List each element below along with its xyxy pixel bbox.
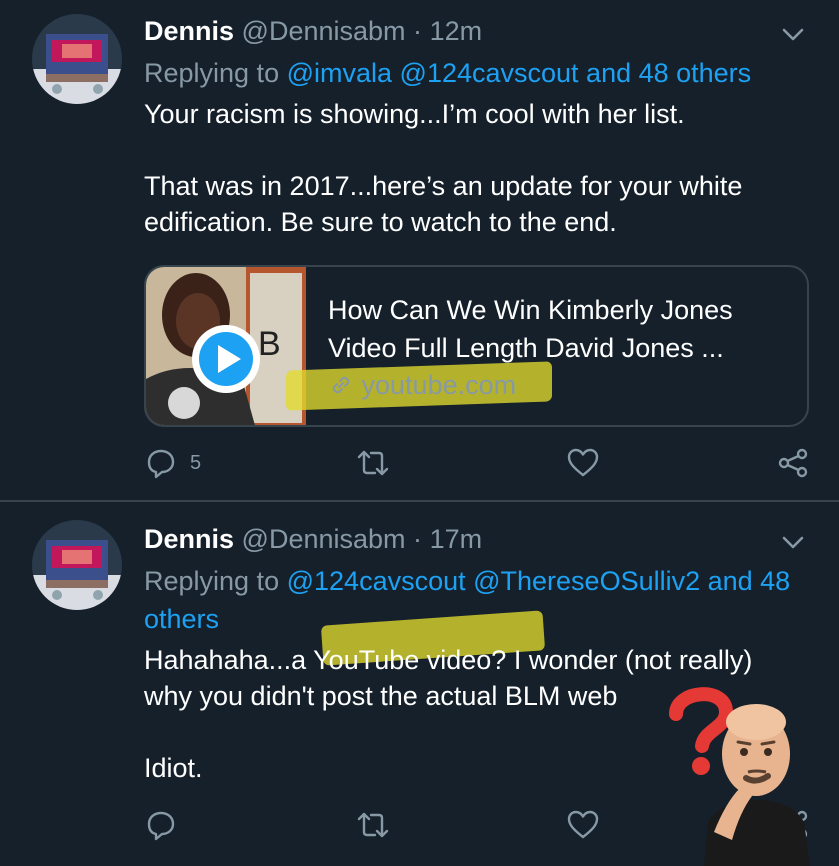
chevron-down-icon[interactable] <box>779 20 807 48</box>
tweet-text: Your racism is showing...I’m cool with h… <box>144 99 743 237</box>
card-domain-text: youtube.com <box>361 370 517 400</box>
retweet-icon <box>357 812 389 838</box>
like-icon <box>567 810 599 839</box>
retweet-icon <box>357 450 389 476</box>
like-icon <box>567 448 599 477</box>
tweet-header: Dennis @Dennisabm · 17m <box>144 523 482 555</box>
separator: · <box>413 524 423 554</box>
timestamp[interactable]: 12m <box>430 16 483 46</box>
link-icon <box>332 376 350 394</box>
timestamp[interactable]: 17m <box>430 524 483 554</box>
reply-count: 5 <box>190 451 202 474</box>
replying-to-label: Replying to <box>144 58 280 88</box>
card-title[interactable]: How Can We Win Kimberly Jones Video Full… <box>328 291 788 367</box>
video-thumbnail: B <box>146 267 306 425</box>
replying-to-label: Replying to <box>144 566 280 596</box>
avatar-image <box>32 14 122 104</box>
reply-icon <box>147 449 175 479</box>
svg-text:B: B <box>258 325 281 363</box>
replying-to: Replying to @imvala @124cavscout and 48 … <box>144 54 804 92</box>
like-button[interactable] <box>566 446 600 480</box>
card-domain[interactable]: youtube.com <box>328 367 516 403</box>
share-button[interactable] <box>776 446 810 480</box>
question-mark-icon <box>669 687 734 775</box>
avatar[interactable] <box>32 520 122 610</box>
tweet-actions: 5 <box>144 446 824 486</box>
retweet-button[interactable] <box>356 808 390 842</box>
separator: · <box>413 16 423 46</box>
reply-button[interactable] <box>144 808 190 842</box>
handle[interactable]: @Dennisabm <box>242 524 406 554</box>
tweet-header: Dennis @Dennisabm · 12m <box>144 15 482 47</box>
handle[interactable]: @Dennisabm <box>242 16 406 46</box>
display-name[interactable]: Dennis <box>144 524 234 554</box>
display-name[interactable]: Dennis <box>144 16 234 46</box>
avatar-image <box>32 520 122 610</box>
share-icon <box>778 448 808 478</box>
retweet-button[interactable] <box>356 446 390 480</box>
avatar[interactable] <box>32 14 122 104</box>
chevron-down-icon[interactable] <box>779 528 807 556</box>
reply-icon <box>147 811 175 841</box>
like-button[interactable] <box>566 808 600 842</box>
replying-to-users[interactable]: @imvala @124cavscout and 48 others <box>287 58 752 88</box>
reply-button[interactable]: 5 <box>144 446 201 480</box>
thinking-emoji-sticker <box>669 687 810 866</box>
